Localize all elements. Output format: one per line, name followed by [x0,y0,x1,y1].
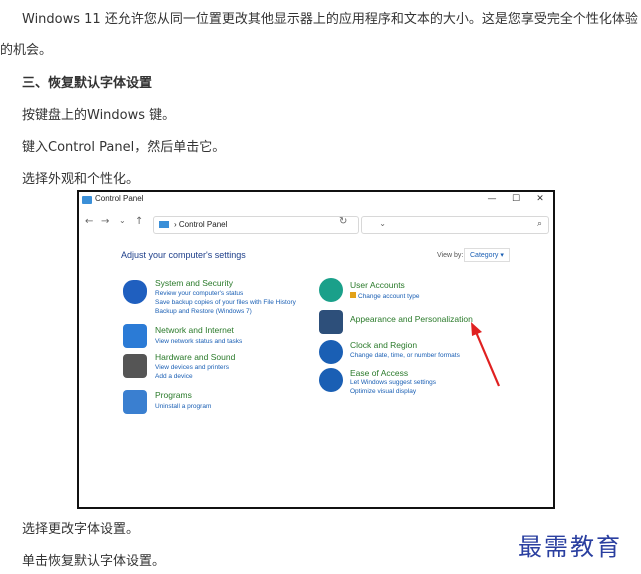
address-bar[interactable]: › Control Panel ⌄ [153,216,386,234]
title-bar: Control Panel — ☐ ✕ [79,192,553,208]
network-icon [123,324,147,348]
user-icon [319,278,343,302]
category-hardware-sound[interactable]: Hardware and Sound [155,352,235,362]
link-date-time-formats[interactable]: Change date, time, or number formats [350,352,460,359]
category-clock-region[interactable]: Clock and Region [350,340,417,350]
minimize-button[interactable]: — [481,192,503,206]
up-arrow-icon[interactable]: ↑ [135,216,143,227]
link-add-device[interactable]: Add a device [155,373,193,380]
breadcrumb[interactable]: Control Panel [179,220,227,229]
paragraph-line-2: 的机会。 [0,43,53,58]
category-network-internet[interactable]: Network and Internet [155,325,234,335]
control-panel-icon [82,196,92,204]
folder-icon [159,221,169,228]
category-programs[interactable]: Programs [155,390,192,400]
recent-dropdown-icon[interactable]: ⌄ [119,216,126,225]
link-file-history[interactable]: Save backup copies of your files with Fi… [155,299,296,306]
step-3: 选择外观和个性化。 [22,172,140,187]
link-network-status[interactable]: View network status and tasks [155,338,242,345]
section-heading: 三、恢复默认字体设置 [22,76,153,91]
paragraph-line-1: Windows 11 还允许您从同一位置更改其他显示器上的应用程序和文本的大小。… [22,12,638,27]
search-icon: ⌕ [536,219,542,229]
printer-icon [123,354,147,378]
link-change-account-type[interactable]: Change account type [350,292,419,300]
link-devices-printers[interactable]: View devices and printers [155,364,229,371]
monitor-icon [319,310,343,334]
search-input[interactable]: ⌕ [361,216,549,234]
link-backup-restore[interactable]: Backup and Restore (Windows 7) [155,308,252,315]
category-ease-of-access[interactable]: Ease of Access [350,368,408,378]
page-title: Adjust your computer's settings [121,250,246,260]
view-by-dropdown[interactable]: Category ▾ [464,248,510,262]
category-appearance-personalization[interactable]: Appearance and Personalization [350,314,473,324]
shield-icon [123,280,147,304]
breadcrumb-separator: › [174,220,177,229]
category-system-security[interactable]: System and Security [155,278,233,288]
view-by-label: View by: [437,252,464,259]
step-1: 按键盘上的Windows 键。 [22,108,176,123]
close-button[interactable]: ✕ [529,192,551,206]
uac-shield-icon [350,292,356,298]
accessibility-icon [319,368,343,392]
link-uninstall-program[interactable]: Uninstall a program [155,403,211,410]
step-5: 单击恢复默认字体设置。 [22,554,166,569]
maximize-button[interactable]: ☐ [505,192,527,206]
category-user-accounts[interactable]: User Accounts [350,280,405,290]
forward-arrow-icon[interactable]: → [101,216,109,227]
link-optimize-display[interactable]: Optimize visual display [350,388,416,395]
red-arrow-icon [471,322,501,387]
link-suggest-settings[interactable]: Let Windows suggest settings [350,379,436,386]
programs-icon [123,390,147,414]
step-4: 选择更改字体设置。 [22,522,140,537]
back-arrow-icon[interactable]: ← [85,216,93,227]
watermark-logo: 最需教育 [518,533,622,561]
window-title: Control Panel [95,194,144,203]
control-panel-screenshot: Control Panel — ☐ ✕ ← → ⌄ ↑ › Control Pa… [77,190,555,509]
link-review-status[interactable]: Review your computer's status [155,290,243,297]
step-2: 键入Control Panel，然后单击它。 [22,140,226,155]
refresh-icon[interactable]: ↻ [339,216,347,227]
clock-icon [319,340,343,364]
